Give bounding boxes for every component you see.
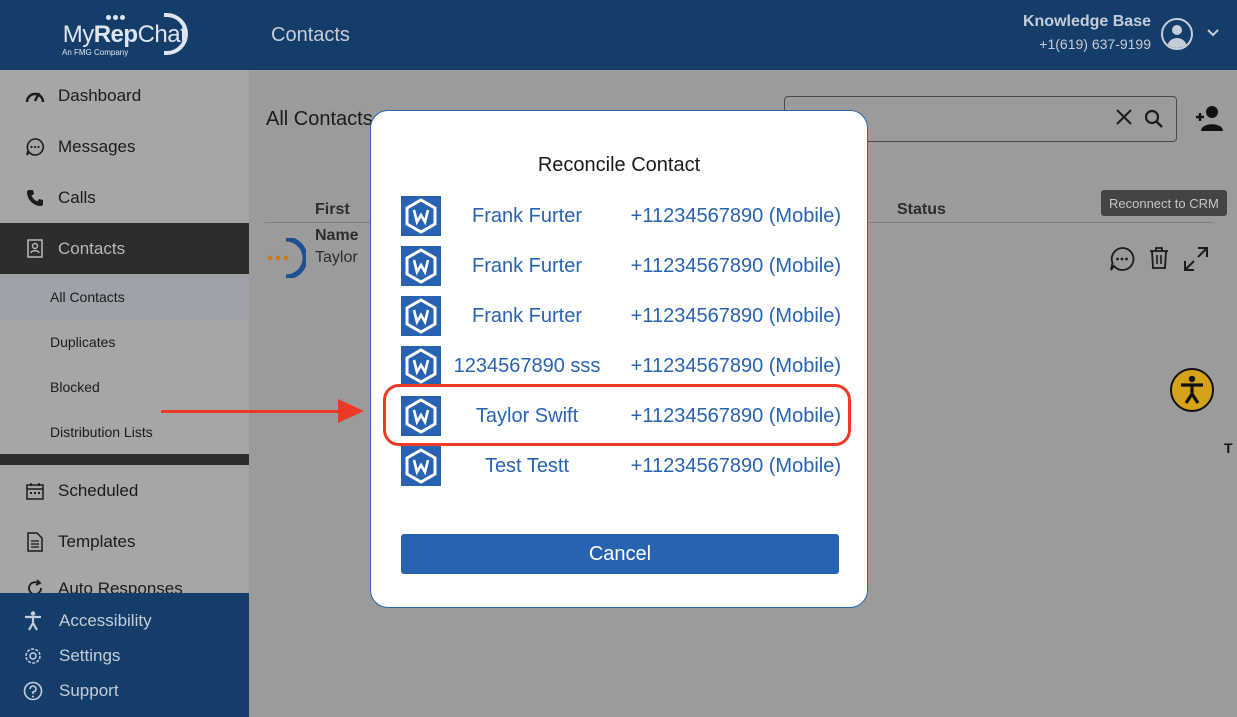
logo-dots-icon [106, 15, 125, 20]
user-phone: +1(619) 637-9199 [1039, 36, 1151, 52]
reconcile-option[interactable]: Frank Furter +11234567890 (Mobile) [401, 296, 841, 336]
reconcile-option-name: Test Testt [484, 455, 570, 477]
crm-logo-icon [401, 446, 441, 486]
sidebar-item-settings[interactable]: Settings [0, 638, 249, 673]
crm-logo-icon [401, 296, 441, 336]
app-logo[interactable]: MyRepChat An FMG Company [0, 0, 249, 70]
contact-first-name: Taylor [315, 249, 358, 266]
sidebar-subitem-distribution-lists[interactable]: Distribution Lists [0, 409, 249, 454]
reconcile-option-phone: +11234567890 (Mobile) [630, 455, 841, 477]
sidebar-divider [0, 454, 249, 465]
search-icon[interactable] [1144, 109, 1164, 134]
sidebar-subitem-duplicates[interactable]: Duplicates [0, 319, 249, 364]
annotation-highlight-box [383, 384, 851, 446]
crm-logo-icon [401, 196, 441, 236]
chat-bubble-icon [24, 137, 46, 157]
cancel-button[interactable]: Cancel [401, 534, 839, 574]
crm-logo-icon [401, 346, 441, 386]
header-title: Contacts [271, 24, 350, 46]
sidebar-item-templates[interactable]: Templates [0, 516, 249, 567]
contact-source-icon [266, 236, 308, 280]
reconcile-option[interactable]: Test Testt +11234567890 (Mobile) [401, 446, 841, 486]
sidebar-item-dashboard[interactable]: Dashboard [0, 70, 249, 121]
sidebar-subitem-blocked[interactable]: Blocked [0, 364, 249, 409]
reconcile-option-phone: +11234567890 (Mobile) [630, 305, 841, 327]
expand-icon[interactable] [1183, 246, 1209, 277]
column-header-status[interactable]: Status [897, 201, 946, 219]
reconcile-option-name: Frank Furter [471, 305, 583, 327]
stray-text: T [1224, 440, 1233, 456]
calendar-icon [24, 482, 46, 500]
column-header-first[interactable]: First [315, 201, 350, 219]
reconcile-option-name: Frank Furter [471, 205, 583, 227]
sidebar-item-calls[interactable]: Calls [0, 172, 249, 223]
dialog-title: Reconcile Contact [537, 154, 701, 176]
reconcile-option-phone: +11234567890 (Mobile) [630, 205, 841, 227]
message-contact-icon[interactable] [1109, 246, 1135, 277]
sidebar-bottom-nav: Accessibility Settings Support [0, 593, 249, 717]
chevron-down-icon[interactable] [1207, 24, 1219, 40]
annotation-arrow-head [338, 399, 364, 423]
accessibility-widget-icon[interactable] [1170, 368, 1214, 412]
reconcile-option-phone: +11234567890 (Mobile) [630, 255, 841, 277]
sidebar-subitem-all-contacts[interactable]: All Contacts [0, 274, 249, 319]
reconcile-option[interactable]: 1234567890 sss +11234567890 (Mobile) [401, 346, 841, 386]
gear-icon [22, 647, 44, 665]
contact-name-label: Name [315, 227, 359, 244]
logo-subtitle: An FMG Company [62, 48, 129, 57]
reconcile-option-phone: +11234567890 (Mobile) [630, 355, 841, 377]
sidebar-item-accessibility[interactable]: Accessibility [0, 603, 249, 638]
user-name: Knowledge Base [1022, 13, 1151, 30]
reconcile-option[interactable]: Frank Furter +11234567890 (Mobile) [401, 246, 841, 286]
add-user-icon[interactable] [1195, 104, 1225, 137]
user-info[interactable]: Knowledge Base +1(619) 637-9199 [1023, 13, 1151, 52]
reconnect-crm-tooltip: Reconnect to CRM [1101, 190, 1227, 216]
reconcile-option[interactable]: Frank Furter +11234567890 (Mobile) [401, 196, 841, 236]
page-title: All Contacts [266, 108, 373, 130]
phone-icon [24, 189, 46, 207]
help-icon [22, 681, 44, 701]
close-icon[interactable] [1115, 108, 1133, 130]
contacts-book-icon [24, 238, 46, 259]
reconcile-contact-dialog: Reconcile Contact Frank Furter +11234567… [370, 110, 868, 608]
document-icon [24, 531, 46, 552]
sidebar-item-scheduled[interactable]: Scheduled [0, 465, 249, 516]
trash-icon[interactable] [1148, 246, 1170, 275]
sidebar-item-messages[interactable]: Messages [0, 121, 249, 172]
sidebar-item-support[interactable]: Support [0, 673, 249, 708]
user-avatar-icon[interactable] [1161, 18, 1193, 50]
crm-logo-icon [401, 246, 441, 286]
reconcile-option-name: Frank Furter [471, 255, 583, 277]
annotation-arrow [161, 410, 341, 413]
sidebar: MyRepChat An FMG Company Dashboard Messa… [0, 0, 249, 717]
reconcile-option-name: 1234567890 sss [453, 355, 601, 377]
contacts-submenu: All Contacts Duplicates Blocked Distribu… [0, 274, 249, 454]
top-header: Contacts Knowledge Base +1(619) 637-9199 [249, 0, 1237, 70]
accessibility-icon [22, 610, 44, 631]
sidebar-item-contacts[interactable]: Contacts [0, 223, 249, 274]
gauge-icon [24, 88, 46, 104]
